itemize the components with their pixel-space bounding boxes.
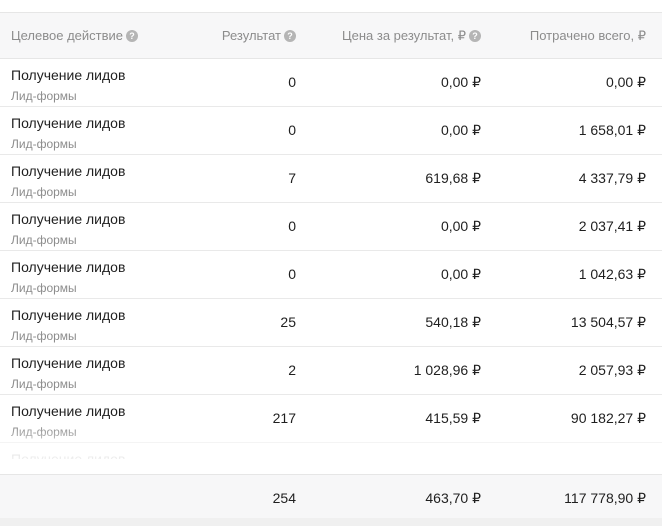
horizontal-scrollbar[interactable] (0, 518, 662, 526)
price-cell: 1 028,96 ₽ (413, 362, 481, 378)
total-price: 463,70 ₽ (425, 490, 481, 506)
column-header-action[interactable]: Целевое действие? (11, 13, 138, 59)
action-title: Получение лидов (11, 211, 126, 227)
action-title: Получение лидов (11, 403, 126, 419)
table-header: Целевое действие? Результат? Цена за рез… (0, 12, 662, 59)
action-subtitle: Лид-формы (11, 329, 77, 343)
table-row[interactable]: Получение лидов (0, 443, 662, 459)
action-title: Получение лидов (11, 67, 126, 83)
totals-row: 254 463,70 ₽ 117 778,90 ₽ (0, 474, 662, 522)
price-cell: 0,00 ₽ (440, 266, 481, 282)
table-body[interactable]: Получение лидов Лид-формы 0 0,00 ₽ 0,00 … (0, 59, 662, 459)
action-subtitle: Лид-формы (11, 377, 77, 391)
table-row[interactable]: Получение лидов Лид-формы 217 415,59 ₽ 9… (0, 395, 662, 443)
question-circle-icon[interactable]: ? (284, 30, 296, 42)
action-subtitle: Лид-формы (11, 89, 77, 103)
spent-cell: 1 042,63 ₽ (578, 266, 646, 282)
table-row[interactable]: Получение лидов Лид-формы 0 0,00 ₽ 1 658… (0, 107, 662, 155)
spent-cell: 1 658,01 ₽ (578, 122, 646, 138)
action-title: Получение лидов (11, 307, 126, 323)
result-cell: 0 (288, 122, 296, 138)
result-cell: 0 (288, 266, 296, 282)
price-cell: 0,00 ₽ (440, 218, 481, 234)
result-cell: 217 (272, 410, 296, 426)
action-title: Получение лидов (11, 259, 126, 275)
column-header-price-label: Цена за результат, ₽ (342, 28, 466, 43)
price-cell: 619,68 ₽ (425, 170, 481, 186)
price-cell: 415,59 ₽ (425, 410, 481, 426)
total-result: 254 (272, 490, 296, 506)
result-cell: 0 (288, 218, 296, 234)
result-cell: 25 (280, 314, 296, 330)
action-title: Получение лидов (11, 451, 126, 459)
column-header-price[interactable]: Цена за результат, ₽? (342, 13, 481, 59)
result-cell: 0 (288, 74, 296, 90)
price-cell: 540,18 ₽ (425, 314, 481, 330)
price-cell: 0,00 ₽ (440, 122, 481, 138)
action-title: Получение лидов (11, 115, 126, 131)
action-title: Получение лидов (11, 163, 126, 179)
result-cell: 2 (288, 362, 296, 378)
action-subtitle: Лид-формы (11, 425, 77, 439)
column-header-result-label: Результат (221, 28, 281, 43)
table-row[interactable]: Получение лидов Лид-формы 0 0,00 ₽ 2 037… (0, 203, 662, 251)
action-subtitle: Лид-формы (11, 137, 77, 151)
action-subtitle: Лид-формы (11, 281, 77, 295)
table-row[interactable]: Получение лидов Лид-формы 0 0,00 ₽ 0,00 … (0, 59, 662, 107)
result-cell: 7 (288, 170, 296, 186)
price-cell: 0,00 ₽ (440, 74, 481, 90)
table-row[interactable]: Получение лидов Лид-формы 7 619,68 ₽ 4 3… (0, 155, 662, 203)
table-row[interactable]: Получение лидов Лид-формы 25 540,18 ₽ 13… (0, 299, 662, 347)
spent-cell: 2 057,93 ₽ (578, 362, 646, 378)
action-title: Получение лидов (11, 355, 126, 371)
table-row[interactable]: Получение лидов Лид-формы 2 1 028,96 ₽ 2… (0, 347, 662, 395)
column-header-spent[interactable]: Потрачено всего, ₽ (530, 13, 646, 59)
table-row[interactable]: Получение лидов Лид-формы 0 0,00 ₽ 1 042… (0, 251, 662, 299)
action-subtitle: Лид-формы (11, 185, 77, 199)
action-subtitle: Лид-формы (11, 233, 77, 247)
column-header-action-label: Целевое действие (11, 28, 123, 43)
spent-cell: 90 182,27 ₽ (570, 410, 646, 426)
question-circle-icon[interactable]: ? (469, 30, 481, 42)
spent-cell: 4 337,79 ₽ (578, 170, 646, 186)
spent-cell: 13 504,57 ₽ (570, 314, 646, 330)
total-spent: 117 778,90 ₽ (564, 490, 646, 506)
column-header-result[interactable]: Результат? (222, 13, 296, 59)
question-circle-icon[interactable]: ? (126, 30, 138, 42)
spent-cell: 2 037,41 ₽ (578, 218, 646, 234)
spent-cell: 0,00 ₽ (605, 74, 646, 90)
column-header-spent-label: Потрачено всего, ₽ (529, 28, 646, 43)
